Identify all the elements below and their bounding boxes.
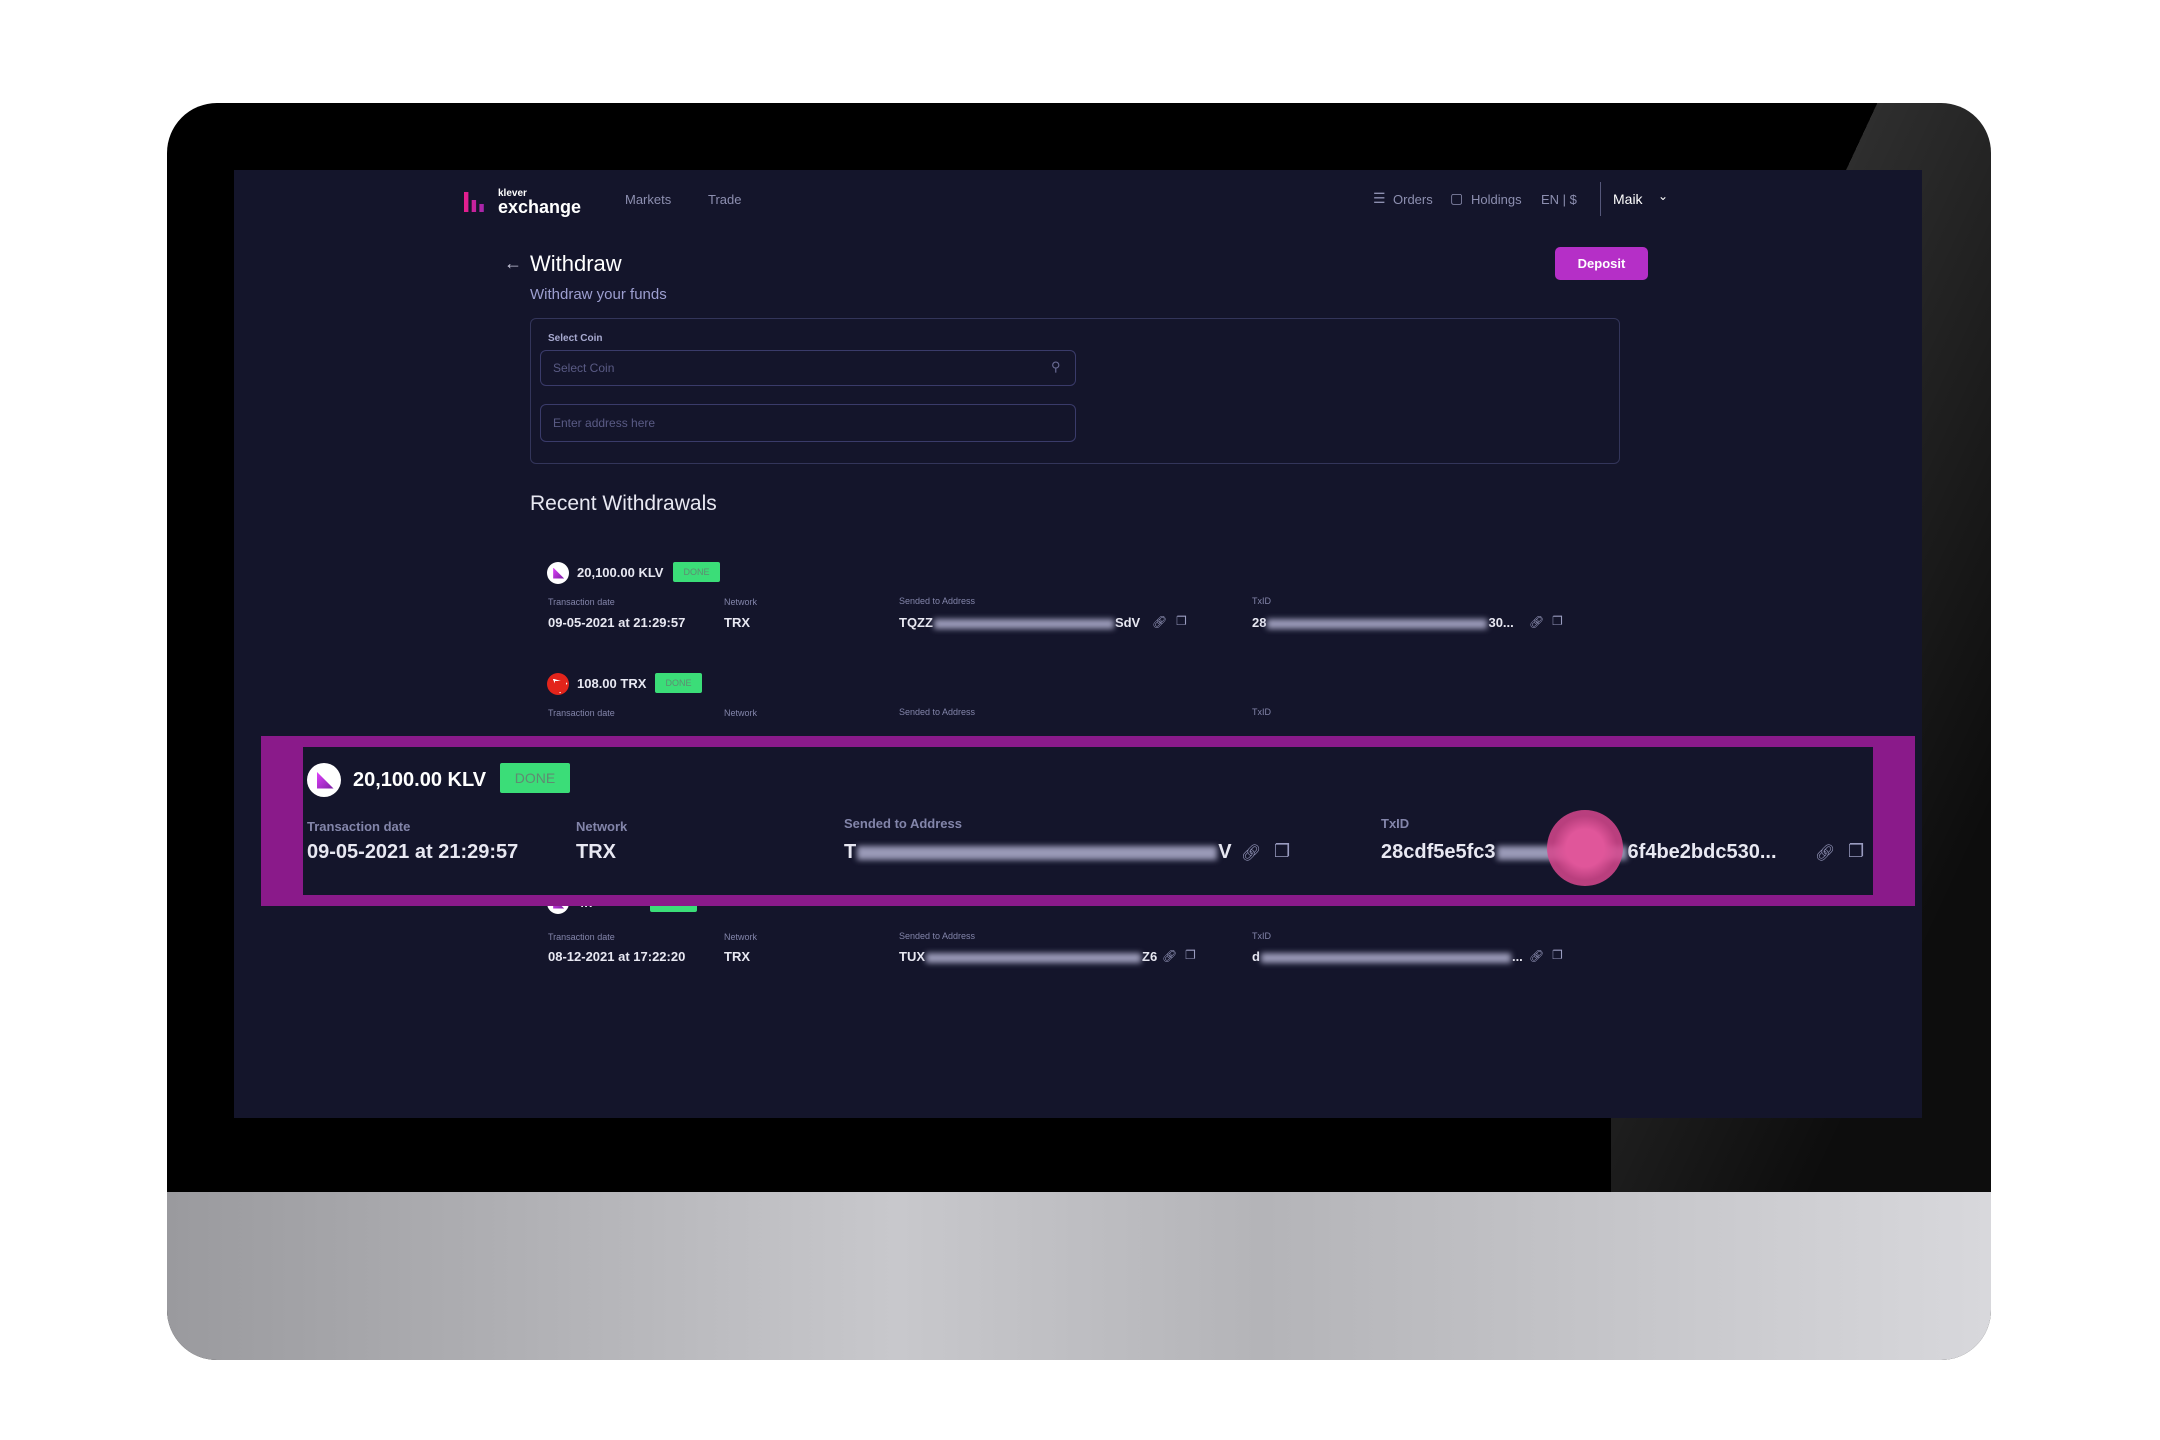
date-value: 08-12-2021 at 17:22:20 [548, 949, 686, 964]
address-label: Sended to Address [899, 931, 976, 941]
logo[interactable]: klever exchange [464, 186, 594, 217]
recent-withdrawals-title: Recent Withdrawals [530, 492, 717, 515]
address-value: TUX Z6 [899, 949, 1158, 964]
wallet-icon: ▢ [1450, 190, 1464, 206]
address-label: Sended to Address [844, 816, 962, 831]
address-input[interactable] [540, 404, 1076, 442]
logo-mark-icon [464, 192, 484, 212]
link-icon[interactable]: 🔗︎ [1162, 949, 1177, 963]
date-label: Transaction date [548, 932, 615, 942]
txid-label: TxID [1252, 707, 1271, 717]
amount: 108.00 TRX [577, 676, 647, 691]
network-label: Network [724, 932, 758, 942]
page-title: Withdraw [530, 251, 622, 276]
withdraw-form: Select Coin ⚲ [530, 318, 1620, 464]
amount: 20,100.00 KLV [577, 565, 664, 580]
network-label: Network [724, 597, 758, 607]
txid-label: TxID [1252, 931, 1271, 941]
status-badge: DONE [500, 763, 570, 793]
page-subtitle: Withdraw your funds [530, 286, 667, 303]
click-indicator [1547, 810, 1623, 886]
network-value: TRX [724, 615, 750, 630]
date-label: Transaction date [548, 708, 615, 718]
deposit-button[interactable]: Deposit [1555, 247, 1648, 280]
select-coin-label: Select Coin [548, 333, 603, 344]
search-icon: ⚲ [1051, 359, 1061, 374]
copy-icon[interactable]: ❐ [1176, 614, 1187, 628]
date-value: 09-05-2021 at 21:29:57 [307, 841, 519, 863]
address-label: Sended to Address [899, 707, 976, 717]
address-label: Sended to Address [899, 596, 976, 606]
txid-value: 28 30... [1252, 615, 1514, 630]
address-value: TV [844, 841, 1232, 863]
date-label: Transaction date [307, 819, 411, 834]
address-value: TQZZ SdV [899, 615, 1141, 630]
klv-coin-icon [307, 763, 341, 797]
link-icon[interactable]: 🔗︎ [1529, 949, 1544, 963]
highlight-inner: 20,100.00 KLV DONE Transaction date Netw… [303, 747, 1873, 895]
txid-label: TxID [1252, 596, 1271, 606]
nav-trade[interactable]: Trade [708, 192, 741, 207]
status-badge: DONE [673, 562, 720, 582]
monitor-chin [167, 1192, 1991, 1360]
copy-icon[interactable]: ❐ [1552, 948, 1563, 962]
trx-coin-icon [547, 673, 569, 695]
date-label: Transaction date [548, 597, 615, 607]
select-coin-input[interactable] [540, 350, 1076, 386]
link-icon[interactable]: 🔗︎ [1241, 843, 1261, 863]
txid-label: TxID [1381, 816, 1410, 831]
link-icon[interactable]: 🔗︎ [1529, 615, 1544, 629]
copy-icon[interactable]: ❐ [1274, 841, 1290, 862]
logo-main: exchange [498, 197, 582, 217]
header-divider [1600, 182, 1601, 216]
txid-value: d... [1252, 949, 1523, 964]
app-screen: klever exchange Markets Trade ☰ Orders ▢… [234, 170, 1922, 1118]
copy-icon[interactable]: ❐ [1185, 948, 1196, 962]
network-value: TRX [724, 949, 750, 964]
link-icon[interactable]: 🔗︎ [1815, 843, 1835, 863]
klv-coin-icon [547, 562, 569, 584]
nav-markets[interactable]: Markets [625, 192, 671, 207]
status-badge: DONE [655, 673, 702, 693]
network-value: TRX [576, 841, 616, 863]
amount: 20,100.00 KLV [353, 769, 487, 791]
chevron-down-icon[interactable]: ⌄ [1658, 189, 1668, 203]
holdings-link[interactable]: Holdings [1471, 192, 1522, 207]
link-icon[interactable]: 🔗︎ [1152, 615, 1167, 629]
date-value: 09-05-2021 at 21:29:57 [548, 615, 686, 630]
network-label: Network [576, 819, 628, 834]
back-arrow-icon[interactable]: ← [504, 253, 522, 274]
copy-icon[interactable]: ❐ [1552, 614, 1563, 628]
highlighted-withdrawal-row: 20,100.00 KLV DONE Transaction date Netw… [261, 736, 1915, 906]
network-label: Network [724, 708, 758, 718]
orders-link[interactable]: Orders [1393, 192, 1433, 207]
locale-selector[interactable]: EN | $ [1541, 192, 1577, 207]
orders-icon: ☰ [1373, 190, 1386, 206]
copy-icon[interactable]: ❐ [1848, 841, 1864, 862]
user-menu[interactable]: Maik [1613, 191, 1643, 207]
